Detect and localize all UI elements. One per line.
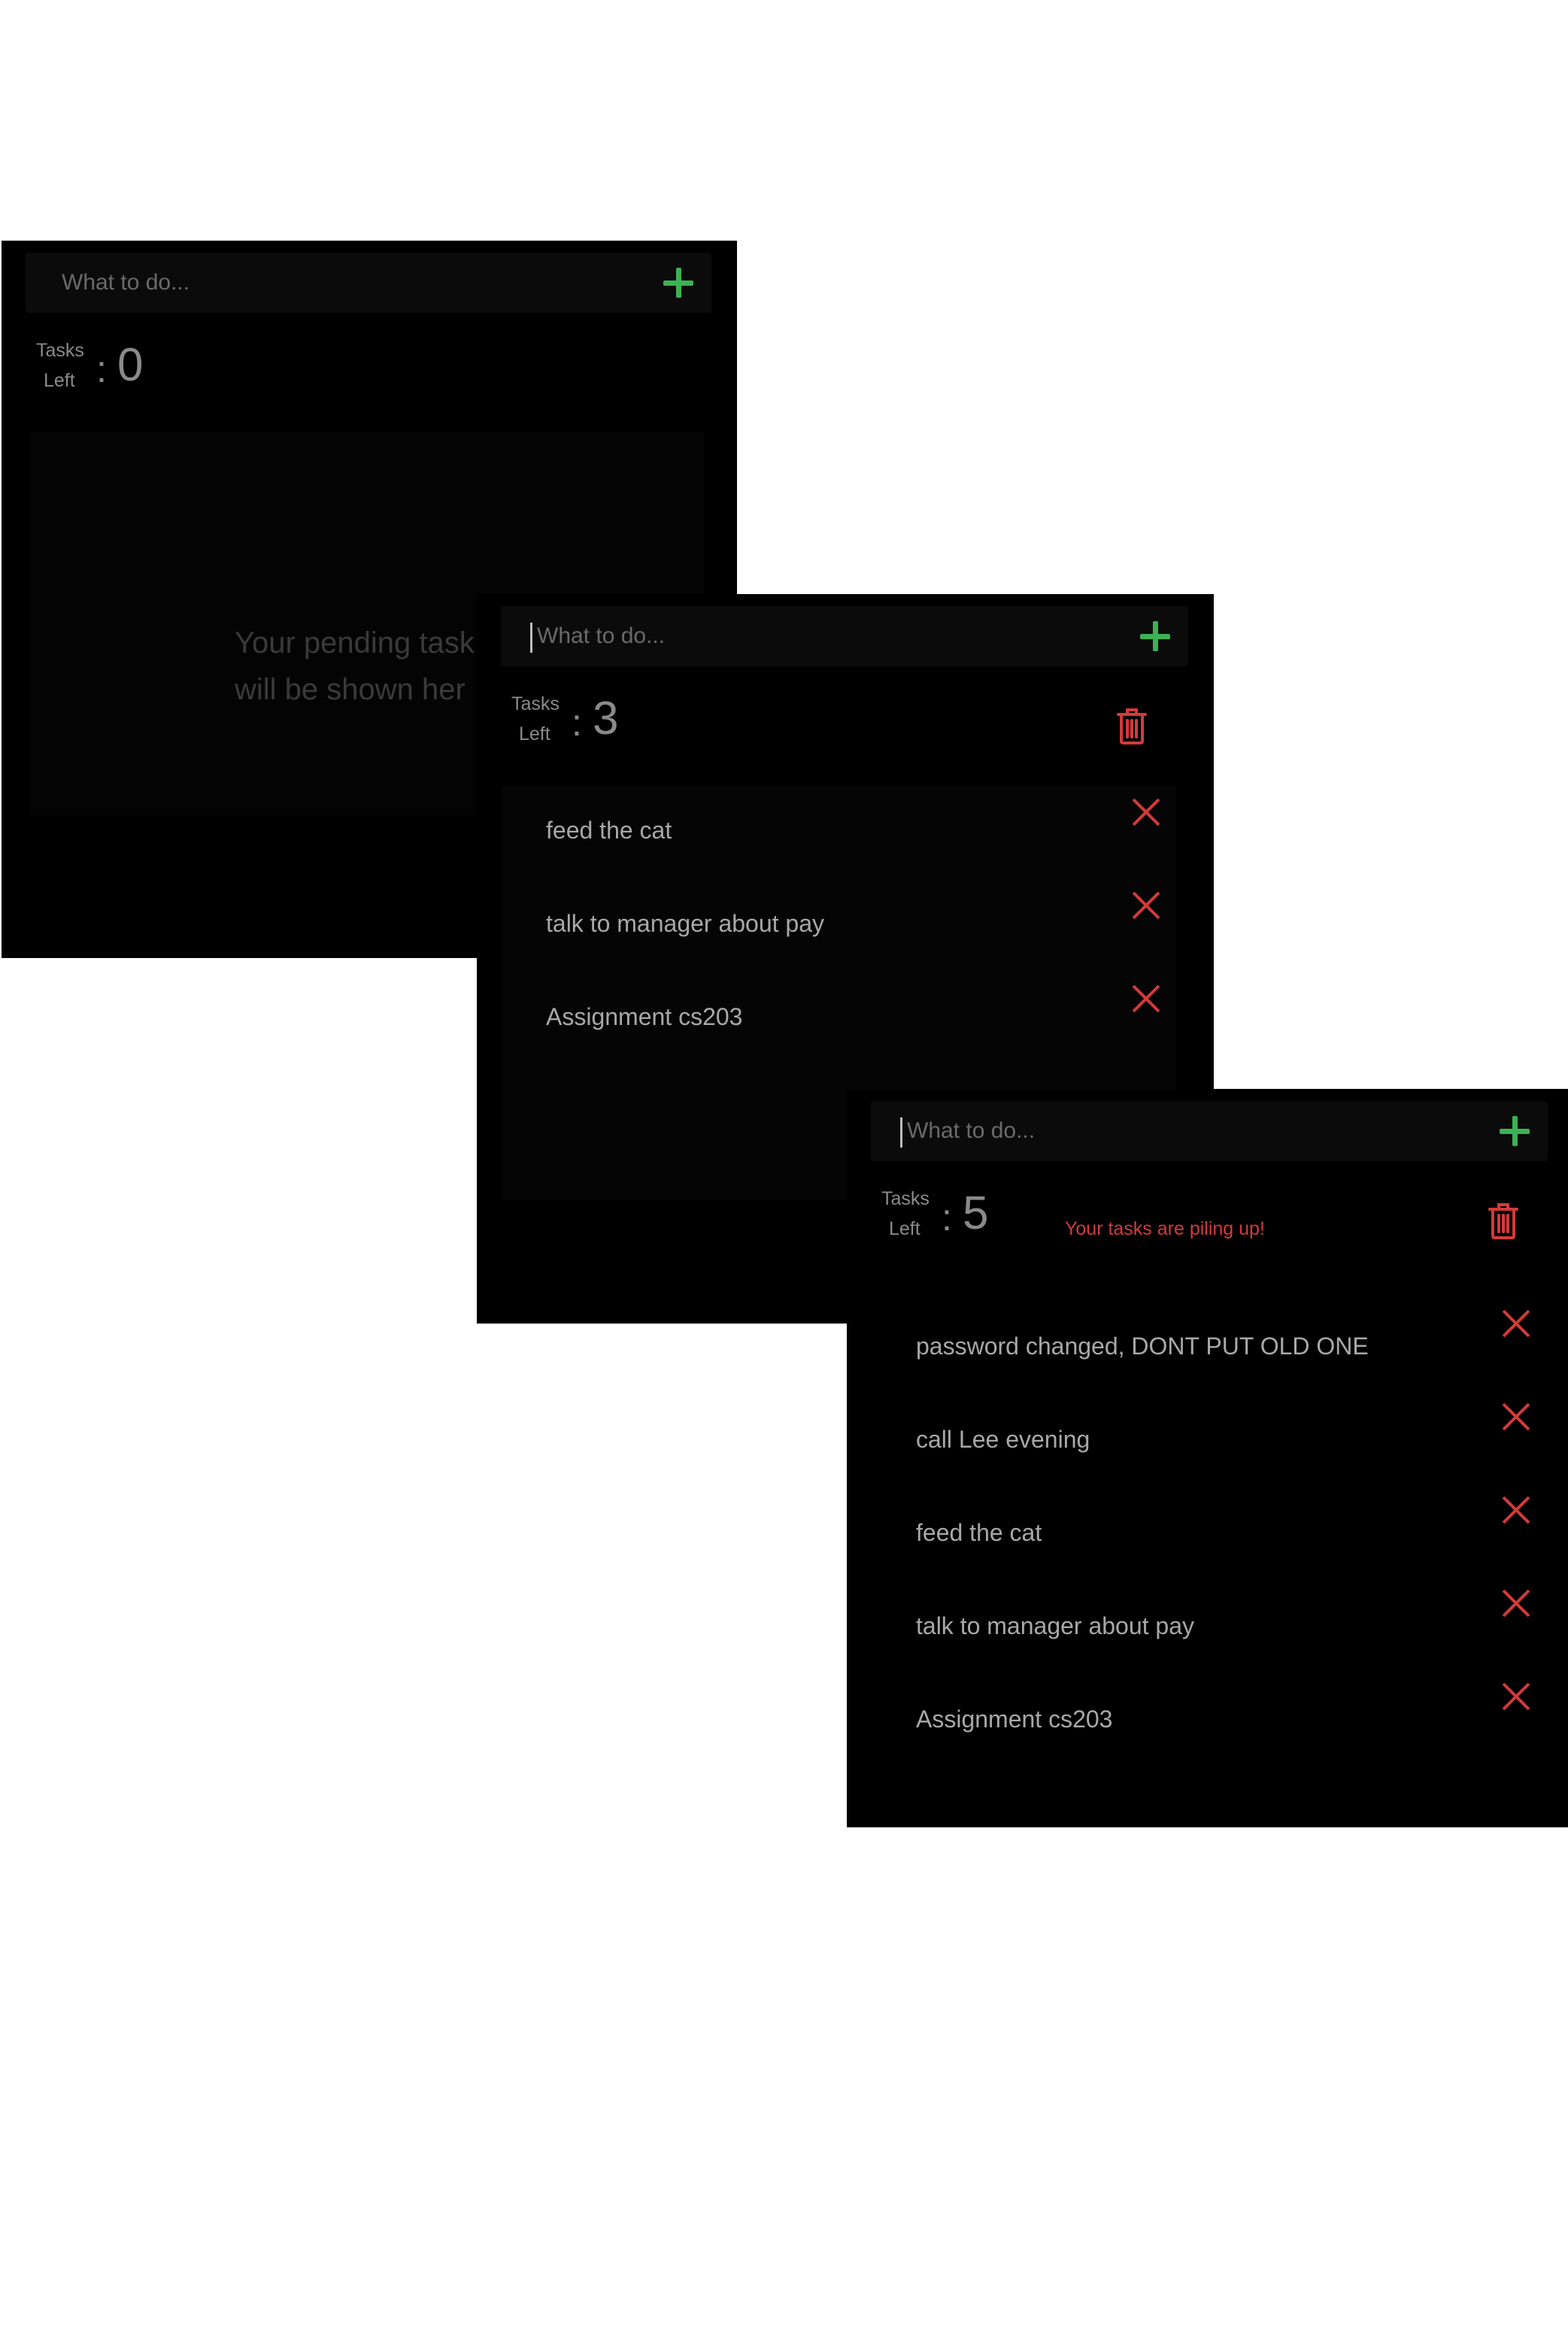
tasks-count: 5 xyxy=(963,1187,989,1239)
counter-colon: : xyxy=(572,702,582,744)
task-text: feed the cat xyxy=(546,817,672,844)
task-text: feed the cat xyxy=(916,1519,1042,1546)
task-list: feed the cat talk to manager about pay A… xyxy=(502,785,1176,1065)
counter-colon: : xyxy=(942,1196,952,1239)
clear-all-button[interactable] xyxy=(1116,707,1148,746)
task-item: Assignment cs203 xyxy=(872,1674,1546,1767)
empty-line-2: will be shown her xyxy=(235,673,466,706)
task-item: talk to manager about pay xyxy=(872,1581,1546,1674)
delete-task-button[interactable] xyxy=(1501,1495,1531,1525)
task-input[interactable] xyxy=(26,253,711,313)
tasks-label: Tasks xyxy=(511,693,560,714)
task-input-bar xyxy=(501,606,1188,666)
task-text: talk to manager about pay xyxy=(546,910,825,937)
clear-all-button[interactable] xyxy=(1488,1202,1519,1241)
task-item: talk to manager about pay xyxy=(502,878,1176,972)
add-task-button[interactable] xyxy=(1495,1111,1534,1151)
task-item: feed the cat xyxy=(502,785,1176,878)
tasks-label: Tasks xyxy=(36,340,84,361)
task-input[interactable] xyxy=(871,1101,1548,1161)
delete-task-button[interactable] xyxy=(1501,1681,1531,1712)
delete-task-button[interactable] xyxy=(1501,1308,1531,1339)
task-text: Assignment cs203 xyxy=(916,1706,1113,1733)
task-input-bar xyxy=(871,1101,1548,1161)
task-item: password changed, DONT PUT OLD ONE xyxy=(872,1301,1546,1394)
left-label: Left xyxy=(889,1218,920,1239)
add-task-button[interactable] xyxy=(1136,617,1175,656)
tasks-count: 0 xyxy=(117,339,144,391)
trash-icon xyxy=(1117,708,1147,744)
counter-colon: : xyxy=(96,348,107,390)
task-item: Assignment cs203 xyxy=(502,972,1176,1065)
task-text: call Lee evening xyxy=(916,1426,1090,1453)
empty-state-message: Your pending task will be shown her xyxy=(235,620,475,713)
task-text: Assignment cs203 xyxy=(546,1003,743,1030)
delete-task-button[interactable] xyxy=(1131,984,1161,1014)
tasks-label: Tasks xyxy=(881,1188,930,1209)
todo-panel-five-tasks: Tasks Left : 5 Your tasks are piling up!… xyxy=(847,1089,1568,1827)
piling-up-warning: Your tasks are piling up! xyxy=(1065,1218,1265,1239)
task-text: talk to manager about pay xyxy=(916,1612,1195,1639)
left-label: Left xyxy=(519,723,550,744)
delete-task-button[interactable] xyxy=(1131,797,1161,827)
task-input-bar xyxy=(26,253,711,313)
tasks-count: 3 xyxy=(593,693,619,744)
text-caret xyxy=(530,623,532,653)
left-label: Left xyxy=(44,370,75,391)
delete-task-button[interactable] xyxy=(1131,890,1161,920)
task-item: feed the cat xyxy=(872,1487,1546,1581)
delete-task-button[interactable] xyxy=(1501,1588,1531,1618)
text-caret xyxy=(900,1117,902,1148)
task-list: password changed, DONT PUT OLD ONE call … xyxy=(872,1301,1546,1767)
trash-icon xyxy=(1488,1203,1518,1239)
task-text: password changed, DONT PUT OLD ONE xyxy=(916,1333,1369,1360)
task-item: call Lee evening xyxy=(872,1394,1546,1487)
delete-task-button[interactable] xyxy=(1501,1402,1531,1432)
empty-line-1: Your pending task xyxy=(235,626,475,660)
add-task-button[interactable] xyxy=(659,263,698,302)
task-input[interactable] xyxy=(501,606,1188,666)
